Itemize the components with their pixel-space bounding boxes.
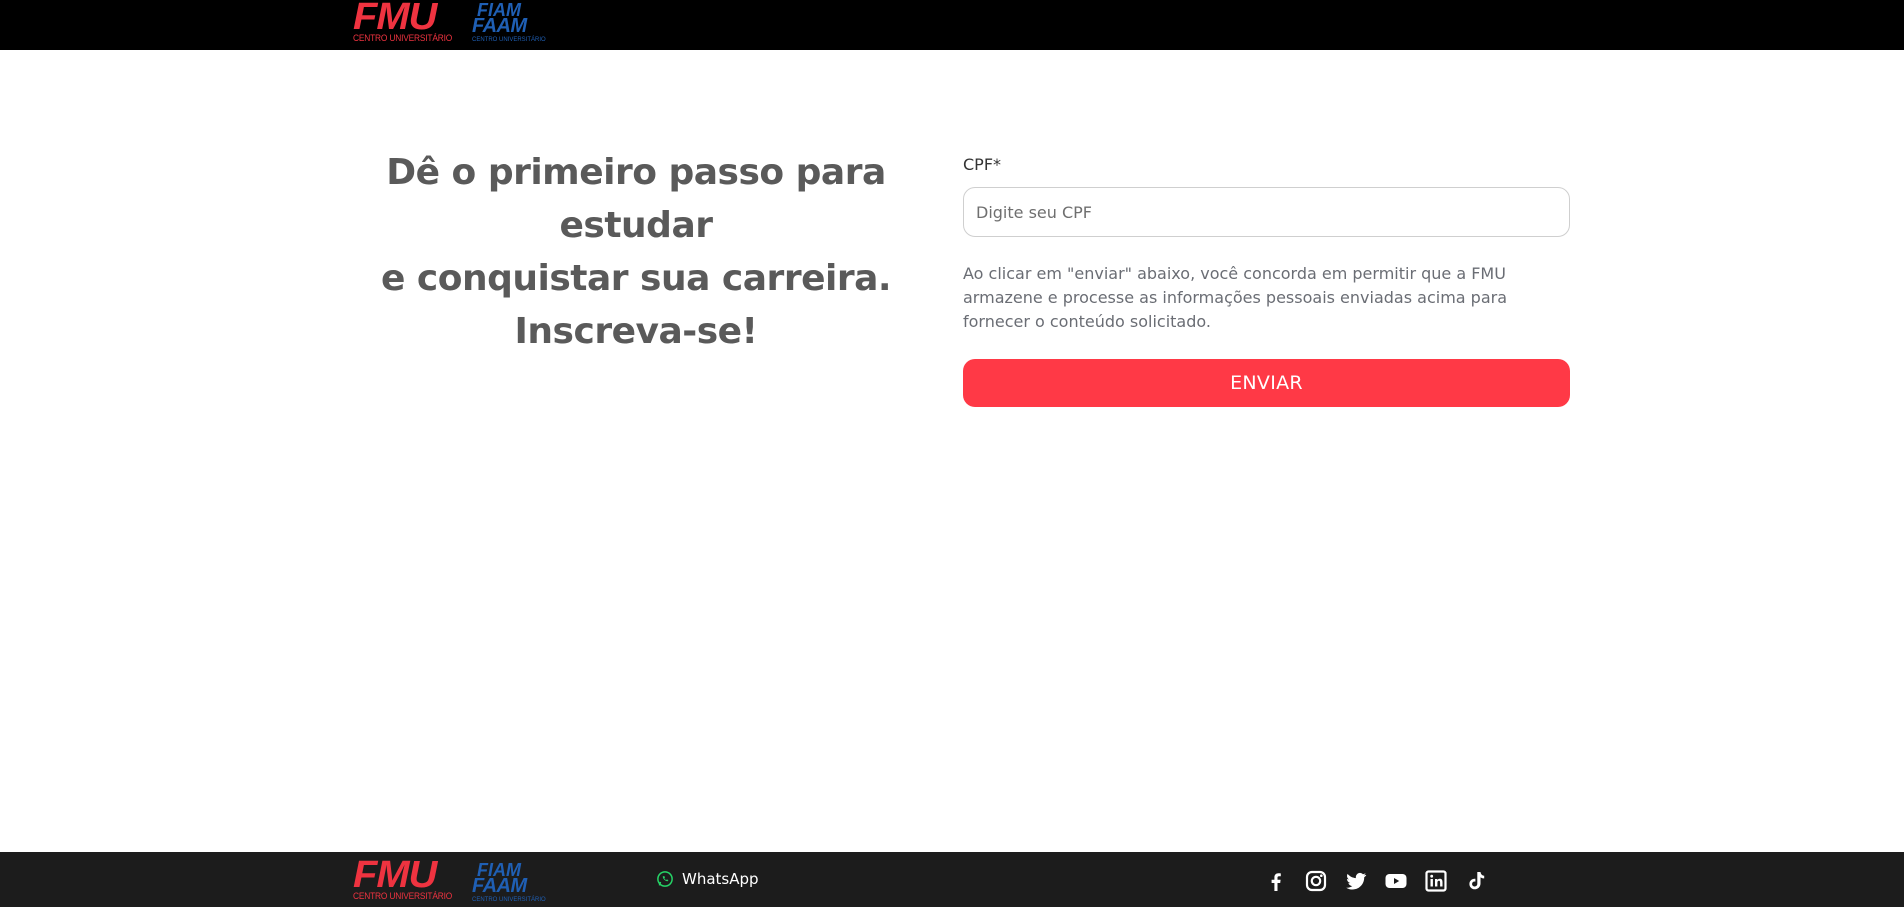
- footer-fiam-faam-logo[interactable]: FIAM FAAM CENTRO UNIVERSITÁRIO: [472, 861, 546, 904]
- linkedin-icon[interactable]: [1424, 869, 1448, 893]
- site-footer: FMU CENTRO UNIVERSITÁRIO FIAM FAAM CENTR…: [0, 852, 1904, 907]
- whatsapp-link[interactable]: WhatsApp: [656, 870, 759, 888]
- footer-faam-logo-word: FAAM: [472, 875, 527, 897]
- twitter-icon[interactable]: [1344, 869, 1368, 893]
- cpf-label: CPF*: [963, 155, 1002, 174]
- page: FMU CENTRO UNIVERSITÁRIO FIAM FAAM CENTR…: [0, 0, 1904, 907]
- headline: Dê o primeiro passo para estudar e conqu…: [325, 146, 947, 358]
- footer-fmu-logo[interactable]: FMU CENTRO UNIVERSITÁRIO: [353, 856, 457, 902]
- facebook-icon[interactable]: [1264, 869, 1288, 893]
- fmu-logo-subtitle: CENTRO UNIVERSITÁRIO: [353, 33, 453, 43]
- headline-line-2: e conquistar sua carreira.: [380, 258, 892, 299]
- whatsapp-label: WhatsApp: [682, 870, 759, 888]
- cpf-input[interactable]: [963, 187, 1570, 237]
- consent-text: Ao clicar em "enviar" abaixo, você conco…: [963, 264, 1508, 331]
- instagram-icon[interactable]: [1304, 869, 1328, 893]
- fiam-faam-logo[interactable]: FIAM FAAM CENTRO UNIVERSITÁRIO: [472, 1, 546, 44]
- signup-form: CPF* Ao clicar em "enviar" abaixo, você …: [963, 155, 1571, 407]
- headline-line-1: Dê o primeiro passo para estudar: [386, 152, 886, 246]
- headline-line-3: Inscreva-se!: [514, 311, 758, 352]
- footer-fiam-faam-logo-subtitle: CENTRO UNIVERSITÁRIO: [472, 897, 546, 903]
- submit-button[interactable]: ENVIAR: [963, 359, 1570, 407]
- whatsapp-icon: [656, 870, 674, 888]
- youtube-icon[interactable]: [1384, 869, 1408, 893]
- footer-fmu-logo-subtitle: CENTRO UNIVERSITÁRIO: [353, 891, 453, 901]
- fmu-logo-word: FMU: [353, 0, 437, 38]
- faam-logo-word: FAAM: [472, 15, 527, 37]
- fiam-faam-logo-subtitle: CENTRO UNIVERSITÁRIO: [472, 37, 546, 43]
- footer-fmu-logo-word: FMU: [353, 854, 437, 896]
- fmu-logo[interactable]: FMU CENTRO UNIVERSITÁRIO: [353, 0, 457, 44]
- site-header: FMU CENTRO UNIVERSITÁRIO FIAM FAAM CENTR…: [0, 0, 1904, 50]
- tiktok-icon[interactable]: [1464, 869, 1488, 893]
- social-links: [1264, 869, 1488, 893]
